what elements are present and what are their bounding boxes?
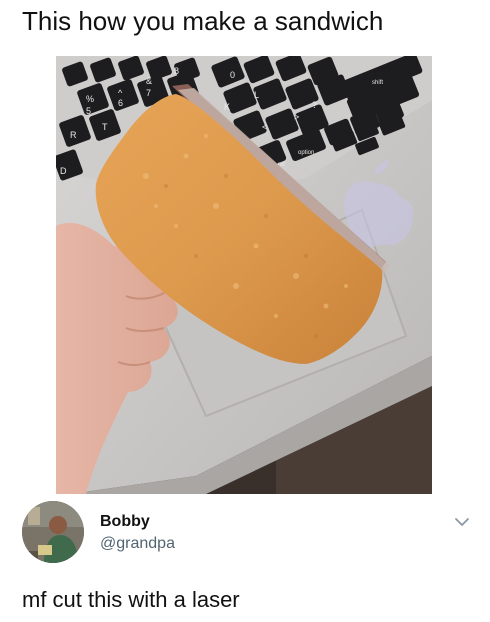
key-label: shift [372, 80, 383, 86]
key-label: R [70, 130, 77, 140]
key-label: 6 [118, 98, 123, 108]
tweet-text: mf cut this with a laser [22, 587, 240, 612]
key-label: K [224, 102, 230, 112]
key-label: option [298, 150, 314, 156]
chevron-down-icon [455, 518, 469, 526]
key-label: 8 [174, 66, 179, 76]
tweet-author: Bobby @grandpa [22, 498, 482, 568]
key-label: T [102, 122, 108, 132]
key-label: 0 [230, 70, 235, 80]
key-label: 7 [146, 88, 151, 98]
key-label: > [294, 112, 299, 122]
key-label: % [86, 94, 94, 104]
avatar[interactable] [22, 501, 84, 563]
key-label: & [146, 76, 152, 86]
key-label: 5 [86, 106, 91, 116]
author-display-name[interactable]: Bobby [100, 512, 150, 532]
author-handle[interactable]: @grandpa [100, 534, 175, 554]
key-label: D [60, 166, 67, 176]
meme-caption: This how you make a sandwich [22, 6, 384, 36]
sandwich-photo: % 5 6 ^ & 7 8 0 R T D K L < > ? shift op… [56, 56, 432, 494]
key-label: ? [312, 100, 317, 110]
key-label: < [262, 122, 267, 132]
more-options-button[interactable] [452, 512, 472, 532]
key-label: L [254, 90, 259, 100]
